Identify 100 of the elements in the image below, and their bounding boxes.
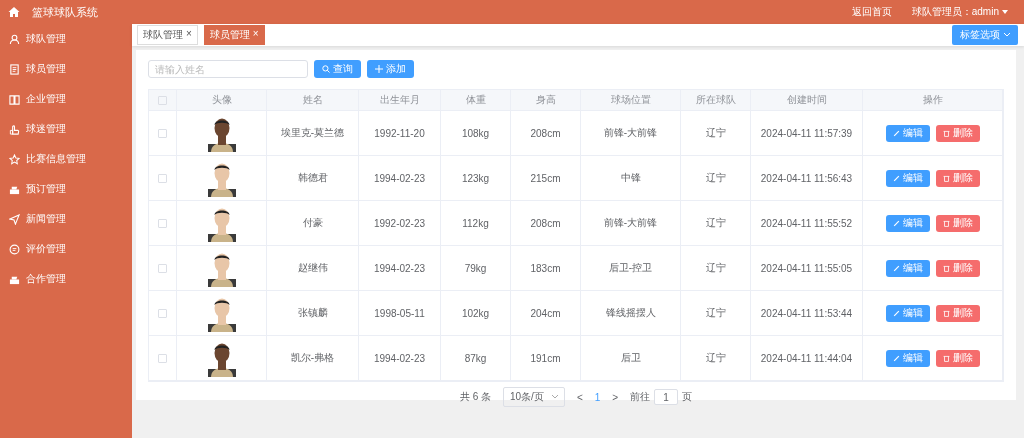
search-icon: [322, 65, 330, 73]
edit-button[interactable]: 编辑: [885, 169, 930, 187]
user-icon: [9, 33, 20, 45]
sidebar-item[interactable]: 新闻管理: [0, 204, 132, 234]
table-cell: 辽宁: [681, 291, 751, 335]
send-icon: [9, 213, 20, 225]
table-cell: 前锋-大前锋: [581, 201, 681, 245]
delete-button[interactable]: 删除: [935, 304, 980, 322]
user-menu[interactable]: 球队管理员：admin: [911, 5, 1008, 19]
total-count: 共 6 条: [459, 390, 491, 404]
column-header: 体重: [441, 90, 511, 110]
table-cell: 2024-04-11 11:53:44: [751, 291, 863, 335]
add-button[interactable]: 添加: [367, 60, 414, 78]
close-icon[interactable]: ×: [252, 28, 259, 42]
table-cell: 付豪: [267, 201, 359, 245]
table-cell: 辽宁: [681, 156, 751, 200]
edit-button[interactable]: 编辑: [885, 304, 930, 322]
page-size-select[interactable]: 10条/页: [503, 387, 565, 407]
app-title: 篮球球队系统: [32, 4, 98, 20]
goto-label: 前往: [630, 390, 651, 404]
checkbox[interactable]: [158, 353, 167, 363]
home-icon[interactable]: [8, 6, 20, 18]
sidebar-item[interactable]: 合作管理: [0, 264, 132, 294]
sidebar-item[interactable]: 球队管理: [0, 24, 132, 54]
checkbox[interactable]: [158, 128, 167, 138]
chevron-icon: [1004, 33, 1010, 37]
table-cell: 2024-04-11 11:55:52: [751, 201, 863, 245]
table-cell: 韩德君: [267, 156, 359, 200]
checkbox[interactable]: [158, 173, 167, 183]
table-cell: 后卫: [581, 336, 681, 380]
edit-button[interactable]: 编辑: [885, 124, 930, 142]
table-cell: 辽宁: [681, 336, 751, 380]
edit-button[interactable]: 编辑: [885, 214, 930, 232]
home-link[interactable]: 返回首页: [851, 5, 892, 19]
sidebar-item[interactable]: 评价管理: [0, 234, 132, 264]
sidebar-item[interactable]: 球员管理: [0, 54, 132, 84]
table-cell: 1994-02-23: [359, 156, 441, 200]
document-icon: [9, 63, 20, 75]
tab-options-button[interactable]: 标签选项: [952, 25, 1018, 45]
trash-icon: [942, 354, 950, 362]
thumbs-up-icon: [9, 123, 20, 135]
table-cell: 锋线摇摆人: [581, 291, 681, 335]
table-cell: 1998-05-11: [359, 291, 441, 335]
table-cell: 102kg: [441, 291, 511, 335]
edit-button[interactable]: 编辑: [885, 349, 930, 367]
table-cell: 208cm: [511, 201, 581, 245]
trash-icon: [942, 129, 950, 137]
column-header: 身高: [511, 90, 581, 110]
table-cell: 1992-02-23: [359, 201, 441, 245]
page-suffix: 页: [682, 390, 693, 404]
table-cell: 1994-02-23: [359, 336, 441, 380]
delete-button[interactable]: 删除: [935, 214, 980, 232]
pencil-icon: [892, 129, 900, 137]
search-field[interactable]: 请输入姓名: [148, 60, 308, 78]
star-icon: [9, 153, 20, 165]
sidebar-item[interactable]: 企业管理: [0, 84, 132, 114]
caret-icon: [1002, 10, 1008, 14]
table-cell: 191cm: [511, 336, 581, 380]
column-header: 球场位置: [581, 90, 681, 110]
table-cell: 87kg: [441, 336, 511, 380]
table-cell: 埃里克-莫兰德: [267, 111, 359, 155]
table-cell: 2024-04-11 11:56:43: [751, 156, 863, 200]
checkbox[interactable]: [158, 218, 167, 228]
table-cell: 凯尔-弗格: [267, 336, 359, 380]
delete-button[interactable]: 删除: [935, 349, 980, 367]
checkbox[interactable]: [158, 263, 167, 273]
checkbox[interactable]: [158, 308, 167, 318]
table-cell: 2024-04-11 11:57:39: [751, 111, 863, 155]
page-number[interactable]: 1: [594, 391, 601, 403]
table-cell: 2024-04-11 11:55:05: [751, 246, 863, 290]
table-cell: 108kg: [441, 111, 511, 155]
delete-button[interactable]: 删除: [935, 169, 980, 187]
table-cell: 1992-11-20: [359, 111, 441, 155]
close-icon[interactable]: ×: [186, 28, 192, 42]
pencil-icon: [892, 264, 900, 272]
table-cell: 中锋: [581, 156, 681, 200]
trash-icon: [942, 264, 950, 272]
trash-icon: [942, 309, 950, 317]
tab[interactable]: 球员管理 ×: [203, 25, 265, 45]
column-header: 姓名: [267, 90, 359, 110]
table-cell: 79kg: [441, 246, 511, 290]
pencil-icon: [892, 219, 900, 227]
page-input[interactable]: 1: [654, 389, 679, 405]
table-cell: 183cm: [511, 246, 581, 290]
checkbox[interactable]: [158, 95, 167, 105]
prev-page-button[interactable]: <: [576, 391, 583, 403]
table-cell: 辽宁: [681, 246, 751, 290]
next-page-button[interactable]: >: [612, 391, 619, 403]
search-button[interactable]: 查询: [314, 60, 361, 78]
sidebar-item[interactable]: 预订管理: [0, 174, 132, 204]
sidebar-item[interactable]: 球迷管理: [0, 114, 132, 144]
edit-button[interactable]: 编辑: [885, 259, 930, 277]
pencil-icon: [892, 174, 900, 182]
delete-button[interactable]: 删除: [935, 259, 980, 277]
tab[interactable]: 球队管理 ×: [137, 25, 198, 45]
column-header: 操作: [863, 90, 1003, 110]
sidebar-item[interactable]: 比赛信息管理: [0, 144, 132, 174]
delete-button[interactable]: 删除: [935, 124, 980, 142]
column-header: 出生年月: [359, 90, 441, 110]
chat-icon: [9, 243, 20, 255]
